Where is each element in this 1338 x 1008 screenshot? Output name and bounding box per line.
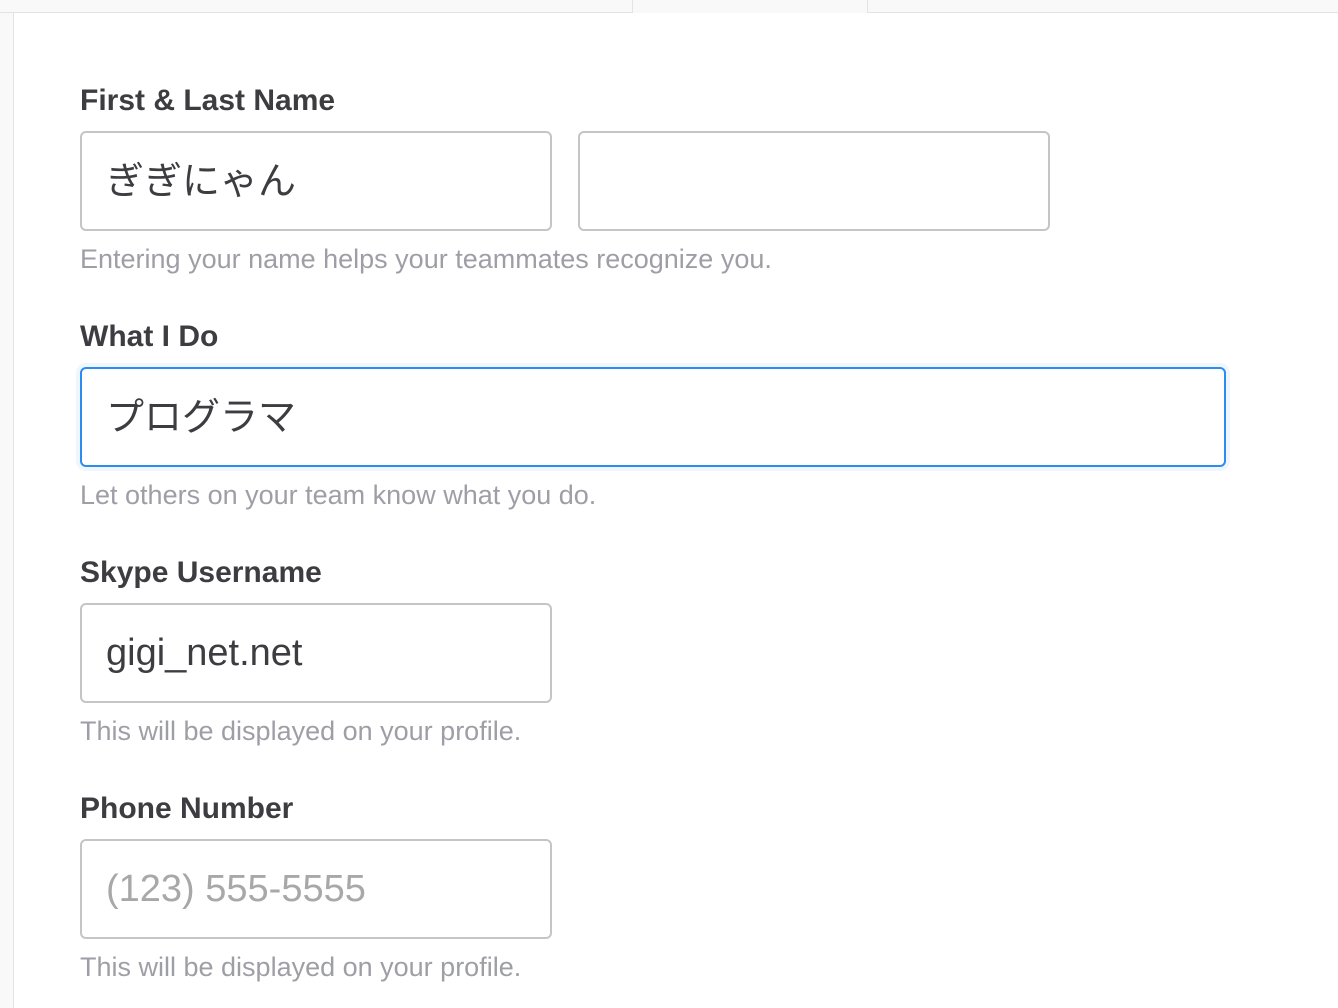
first-name-input[interactable]: ぎぎにゃん — [80, 131, 552, 231]
what-i-do-hint: Let others on your team know what you do… — [80, 480, 597, 510]
skype-label: Skype Username — [80, 556, 322, 589]
what-i-do-input[interactable]: プログラマ — [80, 367, 1226, 467]
last-name-input[interactable] — [578, 131, 1050, 231]
profile-form-panel: First & Last Name ぎぎにゃん Entering your na… — [13, 13, 1338, 1008]
phone-hint: This will be displayed on your profile. — [80, 952, 522, 982]
name-hint: Entering your name helps your teammates … — [80, 244, 772, 274]
what-i-do-field-group: What I Do プログラマ Let others on your team … — [80, 319, 1226, 511]
name-label: First & Last Name — [80, 84, 336, 117]
phone-input[interactable]: (123) 555-5555 — [80, 839, 552, 939]
skype-field-group: Skype Username gigi_net.net This will be… — [80, 555, 552, 747]
tab-inactive-right[interactable] — [867, 0, 1338, 13]
phone-label: Phone Number — [80, 792, 294, 825]
tab-inactive-left[interactable] — [0, 0, 633, 13]
skype-hint: This will be displayed on your profile. — [80, 716, 522, 746]
what-i-do-label: What I Do — [80, 320, 219, 353]
phone-field-group: Phone Number (123) 555-5555 This will be… — [80, 791, 552, 983]
skype-input[interactable]: gigi_net.net — [80, 603, 552, 703]
name-field-group: First & Last Name ぎぎにゃん Entering your na… — [80, 83, 1050, 275]
